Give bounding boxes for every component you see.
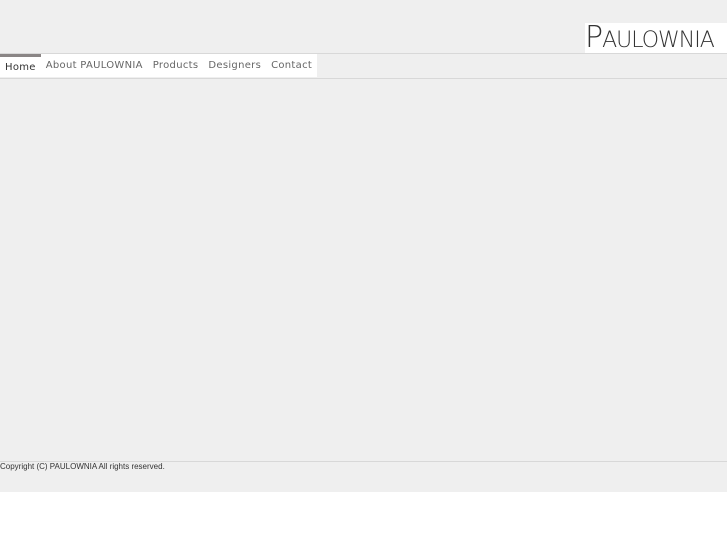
nav-contact[interactable]: Contact [266,54,317,77]
copyright-text: Copyright (C) PAULOWNIA All rights reser… [0,462,165,471]
nav-about[interactable]: About PAULOWNIA [41,54,148,77]
nav-designers[interactable]: Designers [203,54,266,77]
logo[interactable]: PAULOWNIA [585,23,727,53]
divider [0,78,727,79]
nav-products[interactable]: Products [148,54,204,77]
nav-home[interactable]: Home [0,54,41,77]
main-nav: Home About PAULOWNIA Products Designers … [0,54,318,77]
